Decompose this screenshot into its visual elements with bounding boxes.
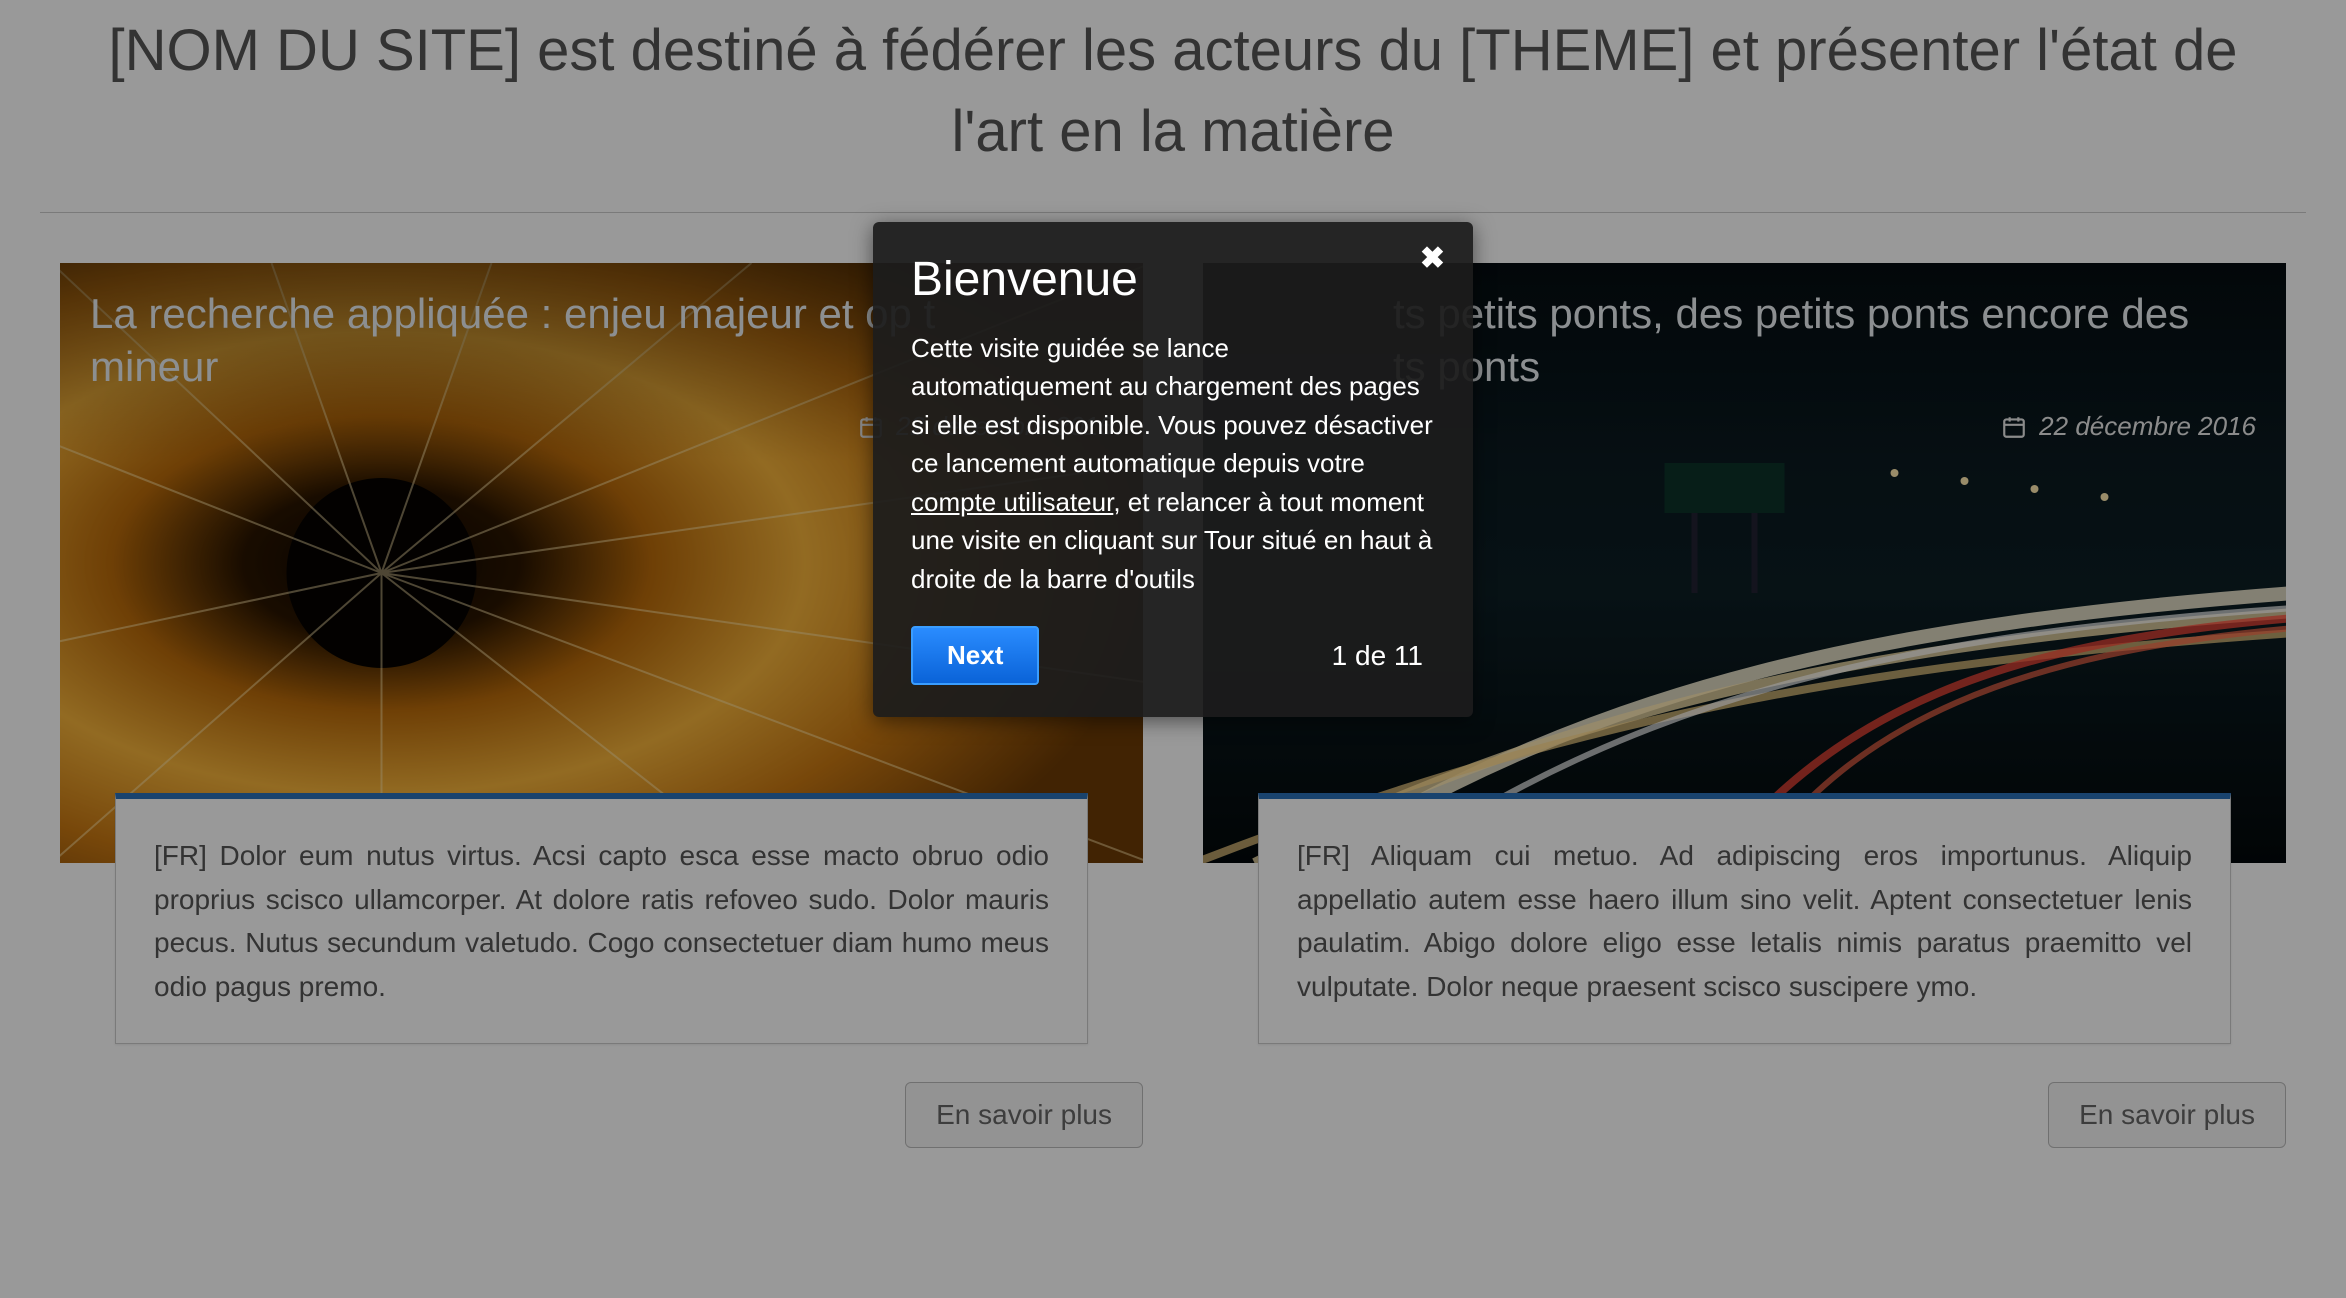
tour-user-account-link[interactable]: compte utilisateur [911,487,1113,517]
tour-body-pre: Cette visite guidée se lance automatique… [911,333,1433,478]
close-icon[interactable]: ✖ [1420,244,1445,274]
tour-step-counter: 1 de 11 [1332,640,1423,672]
tour-body: Cette visite guidée se lance automatique… [911,329,1435,598]
next-button[interactable]: Next [911,626,1039,685]
tour-popup: ✖ Bienvenue Cette visite guidée se lance… [873,222,1473,717]
page-root: [NOM DU SITE] est destiné à fédérer les … [0,0,2346,1298]
tour-footer: Next 1 de 11 [911,626,1435,685]
tour-title: Bienvenue [911,252,1435,307]
